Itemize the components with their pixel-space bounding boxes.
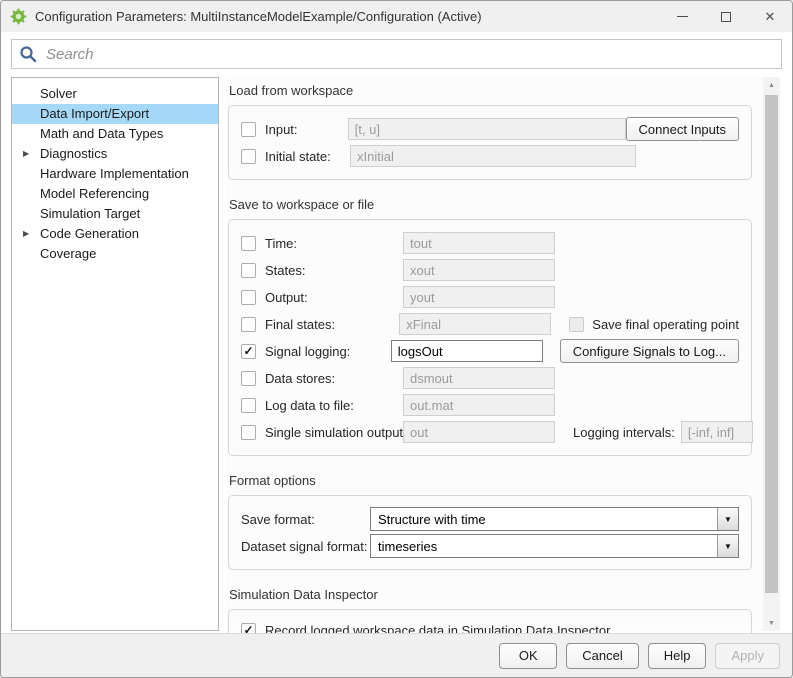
help-button[interactable]: Help <box>648 643 707 669</box>
final-states-row: Final states: Save final operating point <box>241 312 739 336</box>
minimize-icon <box>677 16 688 17</box>
single-simulation-output-row: Single simulation output: Logging interv… <box>241 420 739 444</box>
initial-state-field <box>350 145 636 167</box>
logging-intervals-field <box>681 421 753 443</box>
dataset-signal-format-dropdown[interactable]: timeseries ▼ <box>370 534 739 558</box>
minimize-button[interactable] <box>660 1 704 32</box>
dataset-signal-format-row: Dataset signal format: timeseries ▼ <box>241 534 739 558</box>
final-states-field <box>399 313 551 335</box>
expand-arrow-icon[interactable]: ▶ <box>23 144 29 164</box>
initial-state-row: Initial state: <box>241 144 739 168</box>
data-stores-checkbox[interactable] <box>241 371 256 386</box>
scroll-up-icon[interactable]: ▲ <box>763 77 780 93</box>
category-tree: Solver Data Import/Export Math and Data … <box>11 77 219 631</box>
title-bar[interactable]: Configuration Parameters: MultiInstanceM… <box>1 1 792 32</box>
single-simulation-output-checkbox[interactable] <box>241 425 256 440</box>
apply-button: Apply <box>715 643 780 669</box>
settings-panel: Load from workspace Input: Connect Input… <box>227 77 780 631</box>
time-field <box>403 232 555 254</box>
output-row: Output: <box>241 285 739 309</box>
sidebar-item-simulation-target[interactable]: Simulation Target <box>12 204 218 224</box>
dropdown-arrow-icon[interactable]: ▼ <box>717 535 738 557</box>
initial-state-label: Initial state: <box>265 149 344 164</box>
log-data-to-file-checkbox[interactable] <box>241 398 256 413</box>
states-row: States: <box>241 258 739 282</box>
final-states-checkbox[interactable] <box>241 317 256 332</box>
single-simulation-output-field <box>403 421 555 443</box>
states-checkbox[interactable] <box>241 263 256 278</box>
configure-signals-button[interactable]: Configure Signals to Log... <box>560 339 739 363</box>
maximize-icon <box>721 12 731 22</box>
data-stores-field <box>403 367 555 389</box>
sidebar-item-solver[interactable]: Solver <box>12 84 218 104</box>
output-field <box>403 286 555 308</box>
vertical-scrollbar[interactable]: ▲ ▼ <box>763 77 780 631</box>
cancel-button[interactable]: Cancel <box>566 643 638 669</box>
maximize-button[interactable] <box>704 1 748 32</box>
sidebar-item-diagnostics[interactable]: ▶ Diagnostics <box>12 144 218 164</box>
configuration-parameters-dialog: Configuration Parameters: MultiInstanceM… <box>0 0 793 678</box>
log-data-to-file-row: Log data to file: <box>241 393 739 417</box>
output-checkbox[interactable] <box>241 290 256 305</box>
input-label: Input: <box>265 122 342 137</box>
sidebar-item-model-referencing[interactable]: Model Referencing <box>12 184 218 204</box>
checkmark-icon: ✓ <box>243 345 253 357</box>
states-field <box>403 259 555 281</box>
time-checkbox[interactable] <box>241 236 256 251</box>
input-field <box>348 118 626 140</box>
dataset-signal-format-label: Dataset signal format: <box>241 539 364 554</box>
section-title-save-to-workspace: Save to workspace or file <box>229 197 752 212</box>
input-checkbox[interactable] <box>241 122 256 137</box>
search-icon <box>19 45 37 63</box>
expand-arrow-icon[interactable]: ▶ <box>23 224 29 244</box>
save-format-dropdown[interactable]: Structure with time ▼ <box>370 507 739 531</box>
logging-intervals-label: Logging intervals: <box>573 425 675 440</box>
search-input[interactable] <box>11 39 782 69</box>
section-title-format-options: Format options <box>229 473 752 488</box>
section-title-simulation-data-inspector: Simulation Data Inspector <box>229 587 752 602</box>
signal-logging-field[interactable] <box>391 340 543 362</box>
dropdown-arrow-icon[interactable]: ▼ <box>717 508 738 530</box>
time-row: Time: <box>241 231 739 255</box>
sidebar-item-code-generation[interactable]: ▶ Code Generation <box>12 224 218 244</box>
load-from-workspace-group: Input: Connect Inputs Initial state: <box>228 105 752 180</box>
sidebar-item-math-and-data-types[interactable]: Math and Data Types <box>12 124 218 144</box>
section-title-load-from-workspace: Load from workspace <box>229 83 752 98</box>
signal-logging-row: ✓ Signal logging: Configure Signals to L… <box>241 339 739 363</box>
save-format-label: Save format: <box>241 512 364 527</box>
dialog-footer: OK Cancel Help Apply <box>1 633 792 677</box>
initial-state-checkbox[interactable] <box>241 149 256 164</box>
sidebar-item-coverage[interactable]: Coverage <box>12 244 218 264</box>
save-final-operating-point-checkbox <box>569 317 584 332</box>
save-format-row: Save format: Structure with time ▼ <box>241 507 739 531</box>
sidebar-item-data-import-export[interactable]: Data Import/Export <box>12 104 218 124</box>
signal-logging-checkbox[interactable]: ✓ <box>241 344 256 359</box>
sidebar-item-hardware-implementation[interactable]: Hardware Implementation <box>12 164 218 184</box>
scroll-down-icon[interactable]: ▼ <box>763 615 780 631</box>
save-final-operating-point-label: Save final operating point <box>592 317 739 332</box>
window-title: Configuration Parameters: MultiInstanceM… <box>35 9 482 24</box>
log-data-to-file-field <box>403 394 555 416</box>
close-button[interactable]: ✕ <box>748 1 792 32</box>
connect-inputs-button[interactable]: Connect Inputs <box>626 117 739 141</box>
input-row: Input: Connect Inputs <box>241 117 739 141</box>
save-to-workspace-group: Time: States: Output: Final states: <box>228 219 752 456</box>
data-stores-row: Data stores: <box>241 366 739 390</box>
close-icon: ✕ <box>765 10 776 23</box>
ok-button[interactable]: OK <box>499 643 557 669</box>
simulink-gear-icon <box>10 8 27 25</box>
search-bar <box>11 39 782 69</box>
format-options-group: Save format: Structure with time ▼ Datas… <box>228 495 752 570</box>
scrollbar-thumb[interactable] <box>765 95 778 593</box>
window-controls: ✕ <box>660 1 792 32</box>
